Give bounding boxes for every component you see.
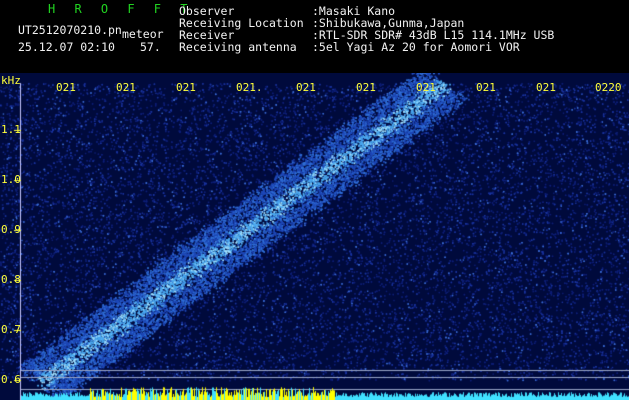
y-tick-label: 0.6: [1, 373, 21, 386]
antenna-label: Receiving antenna: [179, 40, 297, 54]
filename: UT2512070210.pn: [18, 23, 122, 37]
header-panel: H R O F F T UT2512070210.pn meteor 25.12…: [0, 0, 629, 73]
time-tick-label: 021: [296, 81, 316, 94]
time-tick-label: 021.: [236, 81, 263, 94]
app-title: H R O F F T: [48, 2, 194, 16]
y-tick-label: 0.7: [1, 323, 21, 336]
unit-label: kHz: [1, 74, 21, 87]
time-tick-label: 021: [116, 81, 136, 94]
time-tick-label: 021: [56, 81, 76, 94]
datetime: 25.12.07 02:10: [18, 40, 115, 54]
time-tick-label: 021: [416, 81, 436, 94]
time-tick-label: 021: [176, 81, 196, 94]
time-tick-label: 021: [476, 81, 496, 94]
y-tick-label: 1.0: [1, 173, 21, 186]
y-tick-label: 0.8: [1, 273, 21, 286]
antenna-value: :5el Yagi Az 20 for Aomori VOR: [312, 40, 520, 54]
time-tick-label: 021: [536, 81, 556, 94]
meteor-tag: meteor: [122, 27, 164, 41]
y-tick-label: 0.9: [1, 223, 21, 236]
time-tick-label: 021: [356, 81, 376, 94]
meteor-count: 57.: [140, 40, 161, 54]
spectrogram-canvas: [0, 73, 629, 400]
y-tick-label: 1.1: [1, 123, 21, 136]
time-tick-label: 0220: [595, 81, 622, 94]
